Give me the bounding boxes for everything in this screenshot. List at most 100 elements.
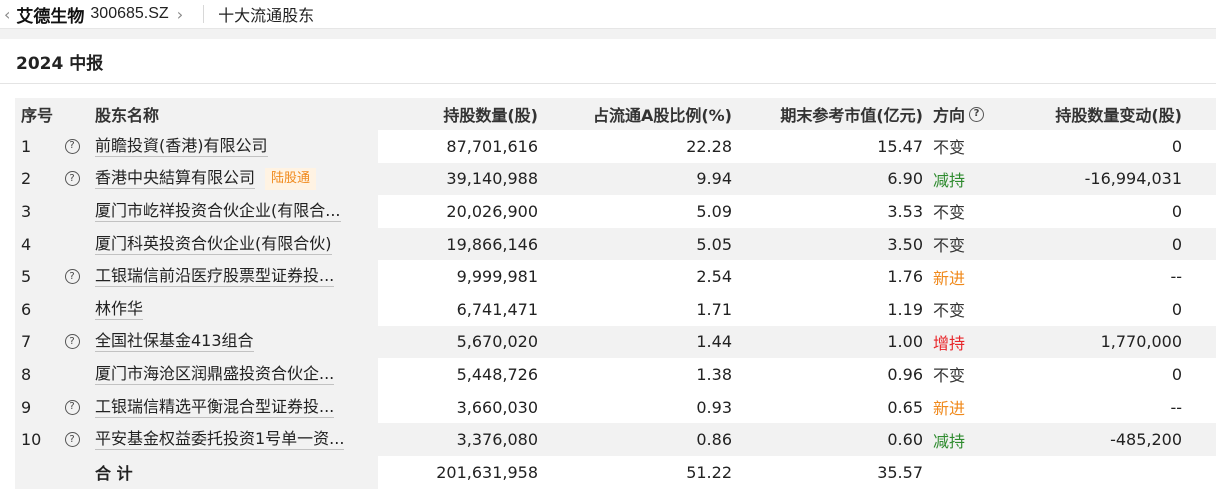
shares-held: 39,140,988 xyxy=(446,169,538,189)
section-title: 十大流通股东 xyxy=(218,6,315,25)
top-bar: ‹ 艾德生物 300685.SZ › 十大流通股东 xyxy=(0,0,1216,29)
direction-value: 减持 xyxy=(933,170,966,190)
percent-float: 1.38 xyxy=(696,364,732,384)
table-header: 序号 股东名称 持股数量(股) 占流通A股比例(%) 期末参考市值(亿元) 方向… xyxy=(15,98,1216,130)
shares-change: -485,200 xyxy=(1110,430,1182,450)
shares-change: -- xyxy=(1170,397,1182,417)
divider xyxy=(203,5,205,23)
chevron-left-icon[interactable]: ‹ xyxy=(0,5,14,24)
table-row: 9? 工银瑞信精选平衡混合型证券投... 3,660,030 0.93 0.65 新进 -- xyxy=(15,390,1216,424)
market-value: 0.60 xyxy=(887,430,923,450)
shareholder-name-link[interactable]: 林作华 xyxy=(95,299,144,320)
row-index: 8 xyxy=(21,364,32,384)
question-mark-icon[interactable]: ? xyxy=(64,334,80,350)
table-row: 3 厦门市屹祥投资合伙企业(有限合... 20,026,900 5.09 3.53 不变 0 xyxy=(15,195,1216,228)
stock-name[interactable]: 艾德生物 xyxy=(16,2,84,27)
stock-code[interactable]: 300685.SZ xyxy=(90,5,168,23)
row-index: 1 xyxy=(21,136,32,156)
total-value: 35.57 xyxy=(877,462,923,482)
help-icon[interactable]: ? xyxy=(64,423,80,456)
question-mark-icon[interactable]: ? xyxy=(64,171,80,187)
shares-change: 0 xyxy=(1171,364,1182,384)
row-index: 10 xyxy=(21,430,42,450)
help-icon[interactable]: ? xyxy=(64,130,80,163)
shares-change: 0 xyxy=(1171,299,1182,319)
row-index: 3 xyxy=(21,201,32,221)
percent-float: 0.86 xyxy=(696,430,732,450)
shareholder-name-link[interactable]: 厦门市屹祥投资合伙企业(有限合... xyxy=(95,201,341,222)
help-icon[interactable]: ? xyxy=(64,391,80,424)
shares-change: 0 xyxy=(1171,234,1182,254)
direction-value: 不变 xyxy=(933,236,966,256)
row-index: 2 xyxy=(21,169,32,189)
percent-float: 1.44 xyxy=(696,332,732,352)
question-mark-icon[interactable]: ? xyxy=(64,432,80,448)
market-value: 0.96 xyxy=(887,364,923,384)
shareholder-name-link[interactable]: 全国社保基金413组合 xyxy=(95,331,254,353)
row-index: 6 xyxy=(21,299,32,319)
shares-change: -16,994,031 xyxy=(1084,169,1182,189)
spacer xyxy=(0,29,1216,39)
column-header-value[interactable]: 期末参考市值(亿元) xyxy=(780,98,923,130)
question-mark-icon[interactable]: ? xyxy=(64,138,80,154)
column-header-name: 股东名称 xyxy=(95,106,160,125)
shareholder-table: 序号 股东名称 持股数量(股) 占流通A股比例(%) 期末参考市值(亿元) 方向… xyxy=(15,98,1216,489)
shares-change: 0 xyxy=(1171,201,1182,221)
shares-held: 20,026,900 xyxy=(446,201,538,221)
shareholder-name-cell: 平安基金权益委托投资1号单一资... xyxy=(95,423,378,456)
column-header-change[interactable]: 持股数量变动(股) xyxy=(1055,98,1182,130)
shareholder-name-link[interactable]: 平安基金权益委托投资1号单一资... xyxy=(95,429,345,451)
column-header-direction: 方向 ? xyxy=(933,98,985,130)
shareholder-name-link[interactable]: 香港中央結算有限公司 xyxy=(95,168,256,190)
help-icon[interactable]: ? xyxy=(64,260,80,293)
shareholder-name-link[interactable]: 工银瑞信前沿医疗股票型证券投... xyxy=(95,266,335,288)
shareholder-name-cell: 林作华 xyxy=(95,293,378,326)
shareholder-name-link[interactable]: 前瞻投資(香港)有限公司 xyxy=(95,136,268,157)
row-index: 4 xyxy=(21,234,32,254)
total-row: 合 计 201,631,958 51.22 35.57 xyxy=(15,455,1216,489)
shareholder-name-cell: 厦门市屹祥投资合伙企业(有限合... xyxy=(95,195,378,228)
chevron-right-icon[interactable]: › xyxy=(173,5,187,24)
direction-value: 不变 xyxy=(933,366,966,386)
shares-change: -- xyxy=(1170,267,1182,287)
direction-label: 方向 xyxy=(933,106,966,125)
help-icon[interactable]: ? xyxy=(64,163,80,196)
table-row: 7? 全国社保基金413组合 5,670,020 1.44 1.00 增持 1,770,00… xyxy=(15,325,1216,359)
direction-value: 减持 xyxy=(933,431,966,451)
percent-float: 0.93 xyxy=(696,397,732,417)
column-header-pct[interactable]: 占流通A股比例(%) xyxy=(593,98,732,130)
stock-connect-badge: 陆股通 xyxy=(265,167,317,190)
help-icon[interactable]: ? xyxy=(64,326,80,359)
table-row: 1? 前瞻投資(香港)有限公司 87,701,616 22.28 15.47 不变 0 xyxy=(15,130,1216,163)
shareholder-name-cell: 工银瑞信前沿医疗股票型证券投... xyxy=(95,260,378,293)
percent-float: 2.54 xyxy=(696,267,732,287)
shares-held: 87,701,616 xyxy=(446,136,538,156)
row-index: 5 xyxy=(21,267,32,287)
shareholder-name-link[interactable]: 厦门市海沧区润鼎盛投资合伙企... xyxy=(95,364,335,385)
table-row: 4 厦门科英投资合伙企业(有限合伙) 19,866,146 5.05 3.50 不变 0 xyxy=(15,227,1216,261)
percent-float: 1.71 xyxy=(696,299,732,319)
total-label: 合 计 xyxy=(95,464,133,484)
help-icon[interactable]: ? xyxy=(969,106,985,122)
table-row: 2? 香港中央結算有限公司 陆股通 39,140,988 9.94 6.90 减持 -16,9… xyxy=(15,162,1216,196)
market-value: 15.47 xyxy=(877,136,923,156)
shareholder-name-cell: 香港中央結算有限公司 陆股通 xyxy=(95,163,378,196)
row-index: 9 xyxy=(21,397,32,417)
shareholder-name-link[interactable]: 工银瑞信精选平衡混合型证券投... xyxy=(95,397,335,418)
question-mark-icon[interactable]: ? xyxy=(64,399,80,415)
direction-value: 新进 xyxy=(933,399,966,419)
shareholder-name-cell: 全国社保基金413组合 xyxy=(95,326,378,359)
question-mark-icon[interactable]: ? xyxy=(64,269,80,285)
shares-held: 9,999,981 xyxy=(456,267,538,287)
table-row: 6 林作华 6,741,471 1.71 1.19 不变 0 xyxy=(15,292,1216,326)
shares-held: 19,866,146 xyxy=(446,234,538,254)
column-header-shares[interactable]: 持股数量(股) xyxy=(443,98,538,130)
shareholder-name-link[interactable]: 厦门科英投资合伙企业(有限合伙) xyxy=(95,234,332,255)
column-header-idx: 序号 xyxy=(21,106,54,125)
direction-value: 增持 xyxy=(933,333,966,353)
percent-float: 9.94 xyxy=(696,169,732,189)
shares-held: 3,376,080 xyxy=(456,430,538,450)
shareholder-name-cell: 工银瑞信精选平衡混合型证券投... xyxy=(95,391,378,424)
market-value: 1.19 xyxy=(887,299,923,319)
direction-value: 新进 xyxy=(933,268,966,288)
